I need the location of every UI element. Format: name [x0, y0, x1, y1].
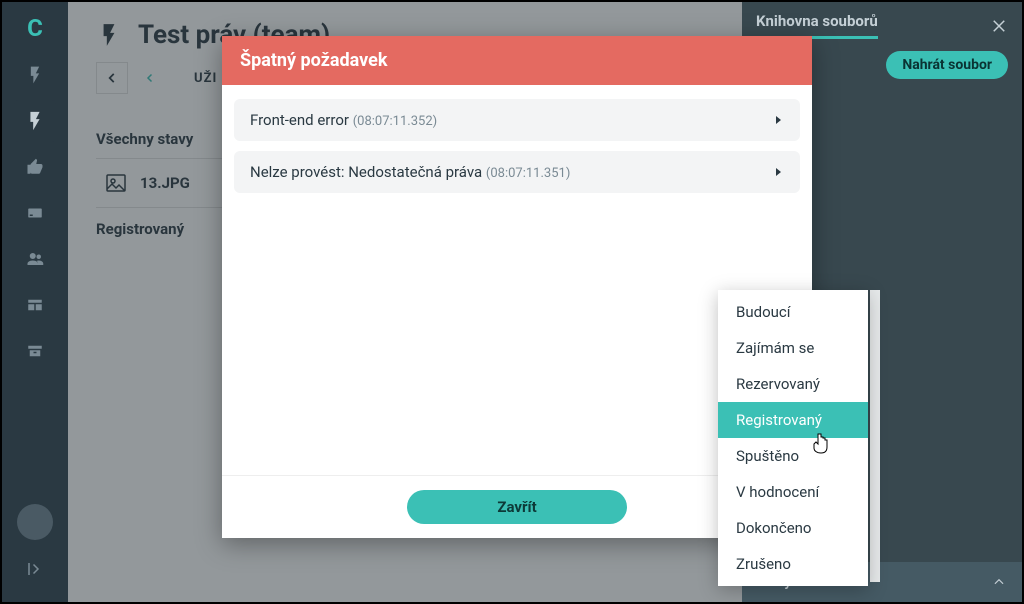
sidebar-nav-4[interactable] — [14, 192, 56, 234]
error-row[interactable]: Nelze provést: Nedostatečná práva (08:07… — [234, 151, 800, 193]
state-dropdown: BudoucíZajímám seRezervovanýRegistrovaný… — [718, 290, 868, 586]
dropdown-item[interactable]: Rezervovaný — [718, 366, 868, 402]
panel-title: Knihovna souborů — [756, 12, 878, 39]
panel-close-button[interactable] — [990, 17, 1008, 35]
error-text: Front-end error (08:07:11.352) — [250, 111, 437, 129]
dropdown-item[interactable]: Registrovaný — [718, 402, 868, 438]
archive-icon — [26, 342, 44, 360]
dropdown-item[interactable]: Zajímám se — [718, 330, 868, 366]
modal-close-button[interactable]: Zavřít — [407, 490, 626, 524]
sidebar-nav-6[interactable] — [14, 284, 56, 326]
user-avatar[interactable] — [17, 504, 53, 540]
chevron-up-icon — [992, 575, 1006, 589]
users-icon — [26, 250, 44, 268]
sidebar-nav-5[interactable] — [14, 238, 56, 280]
sidebar-nav-3[interactable] — [14, 146, 56, 188]
app-logo: C — [27, 14, 43, 42]
dropdown-item[interactable]: Spuštěno — [718, 438, 868, 474]
modal-title: Špatný požadavek — [222, 36, 812, 85]
error-row[interactable]: Front-end error (08:07:11.352) — [234, 99, 800, 141]
dropdown-scrollbar[interactable] — [870, 290, 880, 582]
upload-button[interactable]: Nahrát soubor — [886, 51, 1008, 79]
chevron-right-icon — [772, 166, 784, 178]
sidebar-nav-1[interactable] — [14, 54, 56, 96]
chevron-right-icon — [772, 114, 784, 126]
sidebar-nav-7[interactable] — [14, 330, 56, 372]
error-text: Nelze provést: Nedostatečná práva (08:07… — [250, 163, 570, 181]
sidebar-collapse[interactable] — [14, 548, 56, 590]
dropdown-item[interactable]: V hodnocení — [718, 474, 868, 510]
dropdown-item[interactable]: Zrušeno — [718, 546, 868, 582]
dropdown-item[interactable]: Dokončeno — [718, 510, 868, 546]
table-icon — [26, 296, 44, 314]
sidebar-nav-2[interactable] — [14, 100, 56, 142]
bolt-icon — [25, 65, 45, 85]
sidebar: C — [2, 2, 68, 602]
thumbs-up-icon — [26, 158, 44, 176]
dropdown-item[interactable]: Budoucí — [718, 294, 868, 330]
collapse-icon — [26, 560, 44, 578]
close-icon — [990, 17, 1008, 35]
card-icon — [26, 204, 44, 222]
bolt-active-icon — [24, 110, 46, 132]
